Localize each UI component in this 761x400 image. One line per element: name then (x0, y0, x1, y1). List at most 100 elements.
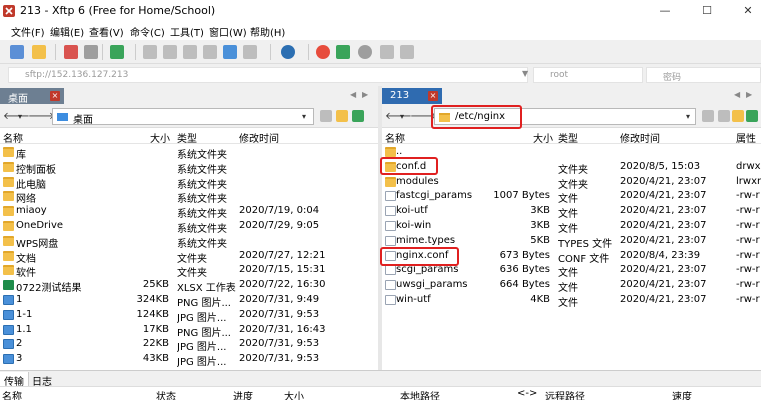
gear-icon[interactable] (358, 45, 372, 59)
file-row[interactable]: koi-utf 3KB 文件 2020/4/21, 23:07 -rw-r (382, 204, 761, 220)
transfer-col-status[interactable]: 状态 (156, 388, 176, 400)
menu-help[interactable]: 帮助(H) (250, 24, 285, 39)
menu-command[interactable]: 命令(C) (130, 24, 165, 39)
file-row[interactable]: miaoy 系统文件夹 2020/7/19, 0:04 (0, 204, 378, 220)
upload-icon[interactable] (143, 45, 157, 59)
close-button[interactable]: ✕ (735, 2, 761, 20)
col-type[interactable]: 类型 (177, 128, 197, 145)
file-row[interactable]: koi-win 3KB 文件 2020/4/21, 23:07 -rw-r (382, 219, 761, 235)
globe-icon[interactable] (281, 45, 295, 59)
home-icon[interactable] (336, 110, 348, 122)
file-row[interactable]: WPS网盘 系统文件夹 (0, 234, 378, 250)
file-row[interactable]: 软件 文件夹 2020/7/15, 15:31 (0, 263, 378, 280)
transfer-col-remote-path[interactable]: 远程路径 (545, 388, 585, 400)
cell-type: PNG 图片... (177, 298, 231, 309)
up-folder-icon[interactable] (320, 110, 332, 122)
left-path-input[interactable]: 桌面 (52, 108, 314, 126)
cell-attrs: -rw-r (736, 279, 760, 291)
col-type[interactable]: 类型 (558, 128, 578, 145)
home-icon[interactable] (732, 110, 744, 122)
rename-icon[interactable] (203, 45, 217, 59)
file-row[interactable]: .. (382, 145, 761, 160)
close-tab-icon[interactable]: × (50, 91, 60, 101)
cell-modified: 2020/8/4, 23:39 (620, 249, 701, 261)
menu-edit[interactable]: 编辑(E) (50, 24, 84, 39)
file-row[interactable]: 1 324KB PNG 图片... 2020/7/31, 9:49 (0, 293, 378, 309)
col-modified[interactable]: 修改时间 (239, 128, 279, 145)
new-folder-icon[interactable] (718, 110, 730, 122)
terminal-icon[interactable] (336, 45, 350, 59)
file-row[interactable]: 文档 文件夹 2020/7/27, 12:21 (0, 249, 378, 265)
menu-tools[interactable]: 工具(T) (170, 24, 204, 39)
file-row[interactable]: 1.1 17KB PNG 图片... 2020/7/31, 16:43 (0, 323, 378, 339)
file-row[interactable]: 1-1 124KB JPG 图片... 2020/7/31, 9:53 (0, 308, 378, 324)
chevron-down-icon[interactable]: ▼ (522, 69, 528, 78)
maximize-button[interactable]: ☐ (694, 2, 720, 20)
download-icon[interactable] (163, 45, 177, 59)
transfer-col-direction[interactable]: <-> (517, 388, 537, 399)
transfer-col-name[interactable]: 名称 (2, 388, 22, 400)
file-row[interactable]: win-utf 4KB 文件 2020/4/21, 23:07 -rw-r (382, 293, 761, 309)
menu-window[interactable]: 窗口(W) (209, 24, 247, 39)
refresh-icon[interactable] (110, 45, 124, 59)
sync-icon[interactable] (223, 45, 237, 59)
col-name[interactable]: 名称 (3, 128, 23, 145)
back-icon[interactable]: 🡐 (3, 110, 30, 122)
refresh-icon[interactable] (746, 110, 758, 122)
col-size[interactable]: 大小 (150, 128, 170, 145)
compare-icon[interactable] (243, 45, 257, 59)
tab-scroll-left-icon[interactable]: ◀ (734, 90, 740, 99)
delete-icon[interactable] (183, 45, 197, 59)
new-session-icon[interactable] (10, 45, 24, 59)
cell-name: 软件 (16, 268, 36, 280)
file-row[interactable]: 库 系统文件夹 (0, 145, 378, 161)
file-row[interactable]: conf.d文件夹2020/8/5, 15:03drwxr (382, 160, 761, 176)
file-row[interactable]: 控制面板 系统文件夹 (0, 160, 378, 176)
tab-scroll-right-icon[interactable]: ▶ (362, 90, 368, 99)
col-name[interactable]: 名称 (385, 128, 405, 145)
properties-icon[interactable] (84, 45, 98, 59)
col-attributes[interactable]: 属性 (736, 128, 756, 145)
xshell-icon[interactable] (316, 45, 330, 59)
chevron-down-icon[interactable]: ▾ (18, 112, 22, 121)
password-input[interactable]: 密码 (646, 67, 761, 83)
options-icon[interactable] (380, 45, 394, 59)
transfer-col-speed[interactable]: 速度 (672, 388, 692, 400)
chevron-down-icon[interactable]: ▾ (686, 112, 690, 121)
help-icon[interactable] (400, 45, 414, 59)
transfer-col-size[interactable]: 大小 (284, 388, 304, 400)
tab-transfers[interactable]: 传输 (0, 372, 29, 388)
tab-scroll-right-icon[interactable]: ▶ (746, 90, 752, 99)
menu-file[interactable]: 文件(F) (11, 24, 45, 39)
file-row[interactable]: fastcgi_params 1007 Bytes 文件 2020/4/21, 23:… (382, 189, 761, 205)
cell-attrs: -rw-r (736, 220, 760, 231)
disconnect-icon[interactable] (64, 45, 78, 59)
forward-icon[interactable]: 🡒 (28, 110, 55, 122)
minimize-button[interactable]: — (652, 2, 678, 20)
file-row[interactable]: uwsgi_params 664 Bytes 文件 2020/4/21, 23:07-… (382, 278, 761, 294)
host-input[interactable]: sftp://152.136.127.213 (8, 67, 528, 83)
open-folder-icon[interactable] (32, 45, 46, 59)
transfer-col-progress[interactable]: 进度 (233, 388, 253, 400)
col-size[interactable]: 大小 (533, 128, 553, 145)
file-row[interactable]: modules 文件夹 2020/4/21, 23:07 lrwxr (382, 175, 761, 191)
tab-log[interactable]: 日志 (28, 372, 56, 388)
tab-scroll-left-icon[interactable]: ◀ (350, 90, 356, 99)
chevron-down-icon[interactable]: ▾ (400, 112, 404, 121)
username-input[interactable]: root (533, 67, 643, 83)
file-row[interactable]: OneDrive 系统文件夹 2020/7/29, 9:05 (0, 219, 378, 235)
close-tab-icon[interactable]: × (428, 91, 438, 101)
file-row[interactable]: 2 22KB JPG 图片... 2020/7/31, 9:53 (0, 337, 378, 353)
transfer-col-local-path[interactable]: 本地路径 (400, 388, 440, 400)
back-icon[interactable]: 🡐 (385, 110, 412, 122)
chevron-down-icon[interactable]: ▾ (302, 112, 306, 121)
file-row[interactable]: 0722测试结果 25KB XLSX 工作表 2020/7/22, 16:30 (0, 278, 378, 294)
file-row[interactable]: 此电脑 系统文件夹 (0, 175, 378, 191)
up-folder-icon[interactable] (702, 110, 714, 122)
file-row[interactable]: 网络 系统文件夹 (0, 189, 378, 205)
file-row[interactable]: 3 43KB JPG 图片... 2020/7/31, 9:53 (0, 352, 378, 368)
refresh-icon[interactable] (352, 110, 364, 122)
cell-modified: 2020/4/21, 23:07 (620, 220, 707, 231)
col-modified[interactable]: 修改时间 (620, 128, 660, 145)
menu-view[interactable]: 查看(V) (89, 24, 124, 39)
